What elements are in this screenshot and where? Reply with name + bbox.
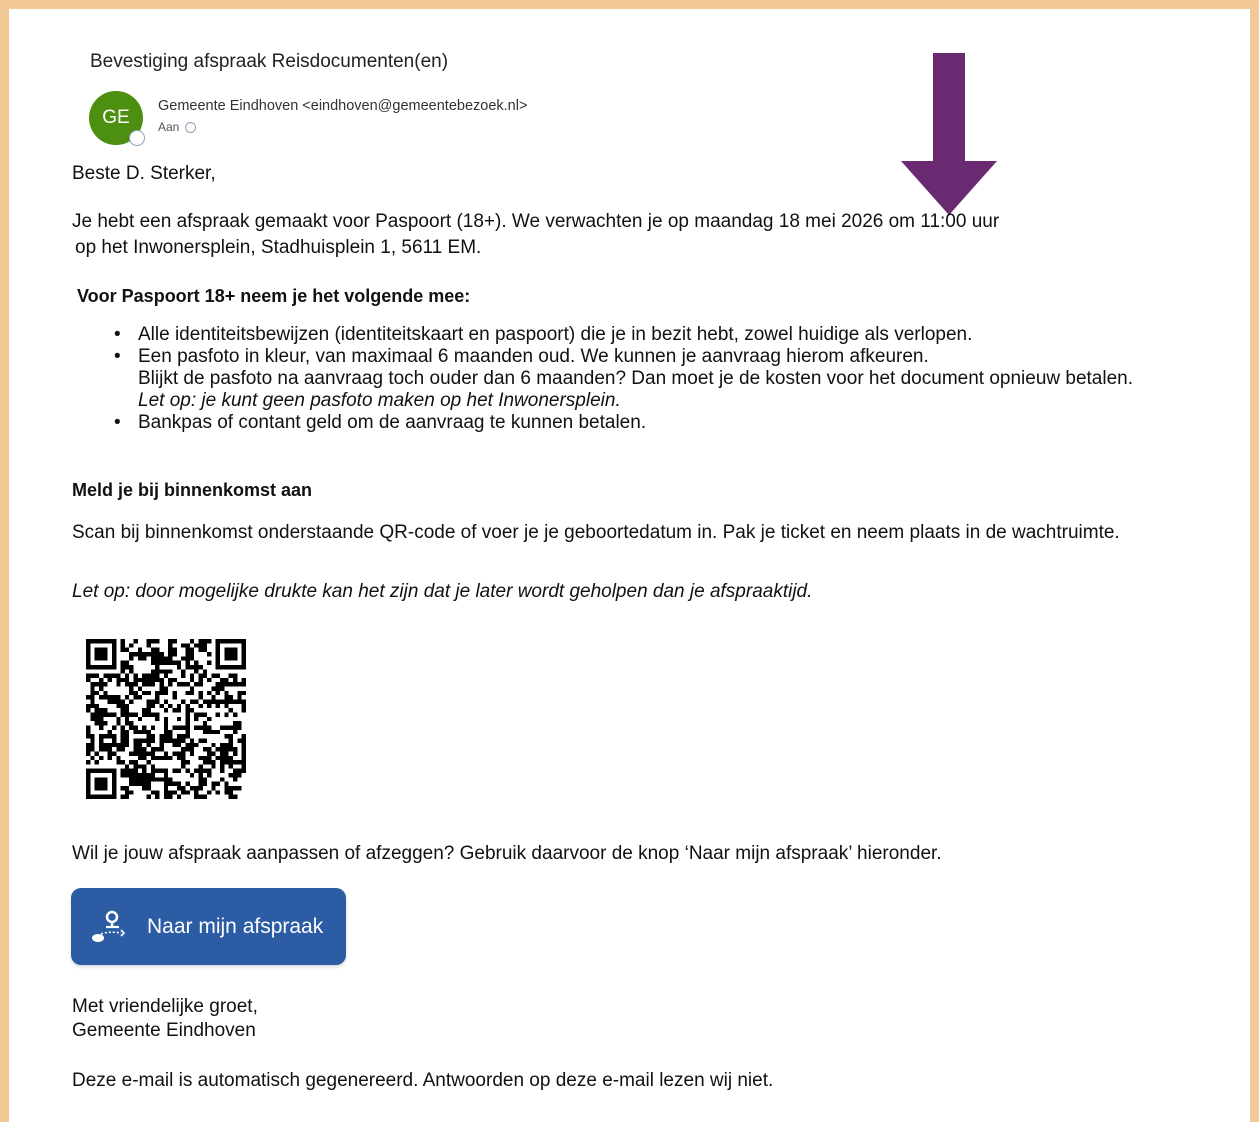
intro-line-2: op het Inwonersplein, Stadhuisplein 1, 5… bbox=[75, 237, 482, 258]
recipient-status-icon[interactable] bbox=[185, 121, 197, 133]
to-label: Aan bbox=[158, 120, 180, 134]
presence-status-icon bbox=[129, 130, 145, 146]
intro-line-1: Je hebt een afspraak gemaakt voor Paspoo… bbox=[72, 211, 1000, 232]
section-title-checkin: Meld je bij binnenkomst aan bbox=[72, 480, 313, 500]
my-appointment-button[interactable]: Naar mijn afspraak bbox=[71, 888, 346, 965]
sender-address[interactable]: Gemeente Eindhoven <eindhoven@gemeentebe… bbox=[158, 98, 527, 114]
recipient-line: Aan bbox=[158, 120, 197, 134]
avatar-initials: GE bbox=[102, 107, 130, 128]
adjust-appointment-text: Wil je jouw afspraak aanpassen of afzegg… bbox=[72, 843, 942, 864]
auto-generated-notice: Deze e-mail is automatisch gegenereerd. … bbox=[72, 1070, 774, 1091]
closing-line-2: Gemeente Eindhoven bbox=[72, 1020, 256, 1041]
greeting: Beste D. Sterker, bbox=[72, 163, 216, 184]
route-pin-icon bbox=[92, 910, 126, 942]
list-item: Bankpas of contant geld om de aanvraag t… bbox=[114, 412, 1234, 434]
bring-list: Alle identiteitsbewijzen (identiteitskaa… bbox=[114, 324, 1234, 434]
checkin-instructions: Scan bij binnenkomst onderstaande QR-cod… bbox=[72, 522, 1120, 543]
closing: Met vriendelijke groet, Gemeente Eindhov… bbox=[72, 995, 258, 1043]
closing-line-1: Met vriendelijke groet, bbox=[72, 996, 258, 1017]
qr-code-image bbox=[86, 639, 246, 799]
section-title-bring: Voor Paspoort 18+ neem je het volgende m… bbox=[77, 286, 471, 306]
list-item: Alle identiteitsbewijzen (identiteitskaa… bbox=[114, 324, 1234, 346]
my-appointment-label: Naar mijn afspraak bbox=[147, 914, 324, 938]
down-arrow-annotation-icon bbox=[901, 53, 997, 215]
list-item: Een pasfoto in kleur, van maximaal 6 maa… bbox=[114, 346, 1234, 412]
appointment-intro: Je hebt een afspraak gemaakt voor Paspoo… bbox=[72, 209, 1192, 261]
email-subject: Bevestiging afspraak Reisdocumenten(en) bbox=[90, 51, 449, 72]
waiting-note: Let op: door mogelijke drukte kan het zi… bbox=[72, 581, 813, 602]
